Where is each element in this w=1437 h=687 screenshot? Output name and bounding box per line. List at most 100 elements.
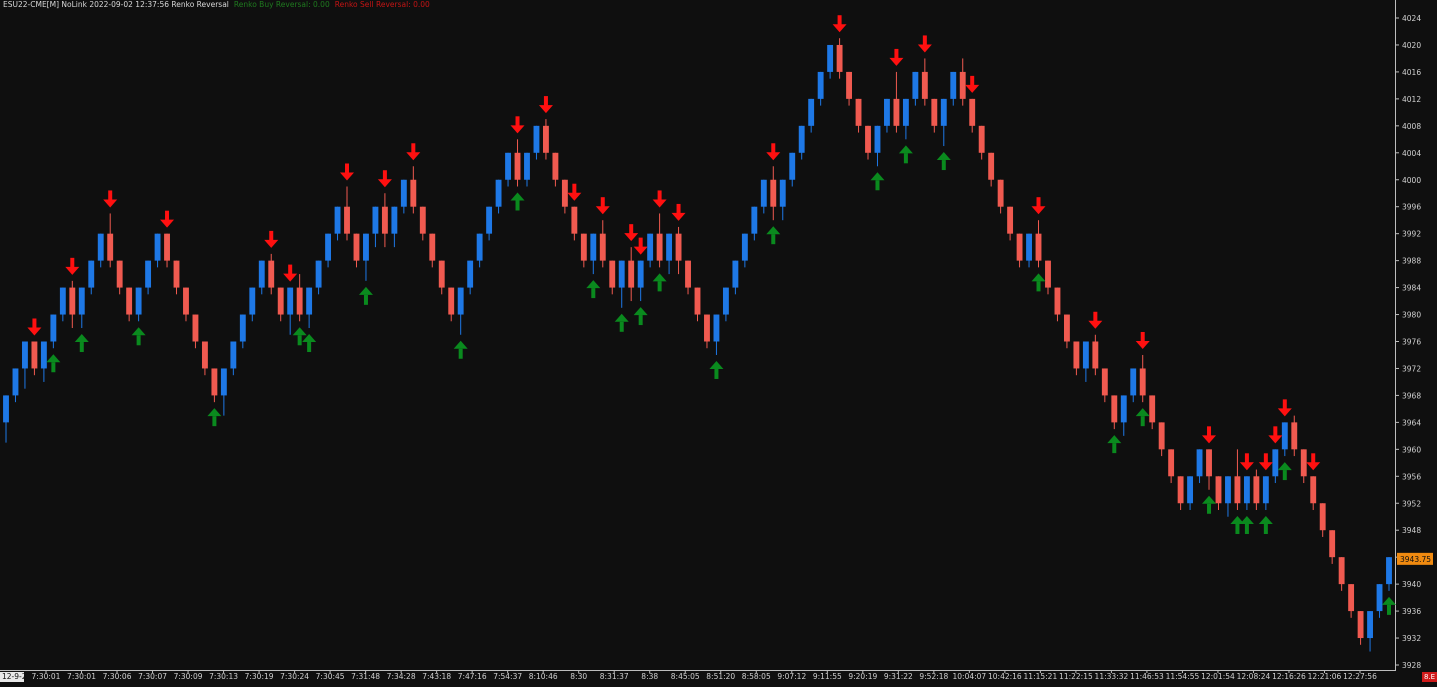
price-plot[interactable]: 3928393239363940394439483952395639603964… (0, 0, 1437, 683)
time-tick-label: 7:54:37 (493, 672, 522, 681)
time-tick-label: 9:11:55 (813, 672, 842, 681)
brick-body (1130, 368, 1137, 396)
price-tick-label: 3968 (1402, 391, 1421, 400)
brick-body (1111, 395, 1118, 423)
brick-body (675, 233, 682, 261)
brick-body (1073, 341, 1080, 369)
brick-body (230, 341, 237, 369)
brick-body (988, 152, 995, 180)
brick-body (381, 206, 388, 234)
buy-arrow-shaft (903, 153, 908, 164)
brick-body (722, 287, 729, 315)
buy-arrow-shaft (638, 315, 643, 326)
time-tick-label: 7:30:19 (245, 672, 274, 681)
sell-arrow-shaft (837, 15, 842, 26)
brick-body (126, 287, 133, 315)
sell-reversal-label: Renko Sell Reversal: 0.00 (334, 0, 430, 9)
brick-body (135, 287, 142, 315)
sell-arrow-shaft (629, 224, 634, 235)
brick-body (741, 233, 748, 261)
price-tick-label: 4004 (1402, 149, 1421, 158)
time-tick-label: 11:22:15 (1059, 672, 1093, 681)
buy-arrow-shaft (136, 335, 141, 346)
brick-body (874, 125, 881, 153)
sell-arrow-shaft (1207, 426, 1212, 437)
price-tick-label: 3988 (1402, 257, 1421, 266)
brick-body (1386, 557, 1392, 585)
sell-arrow-shaft (1282, 399, 1287, 410)
time-tick-label: 9:31:22 (884, 672, 913, 681)
price-tick-label: 3948 (1402, 526, 1421, 535)
brick-body (344, 206, 350, 234)
time-tick-label: 8:31:37 (600, 672, 629, 681)
time-tick-label: 8:30 (570, 672, 587, 681)
buy-arrow-shaft (1244, 523, 1249, 534)
brick-body (438, 260, 445, 288)
buy-arrow-shaft (1282, 470, 1287, 481)
brick-body (1007, 206, 1014, 234)
brick-body (694, 287, 701, 315)
brick-body (97, 233, 104, 261)
brick-body (448, 287, 455, 315)
price-tick-label: 3996 (1402, 203, 1421, 212)
price-tick-label: 3952 (1402, 499, 1421, 508)
brick-body (173, 260, 180, 288)
brick-body (713, 314, 720, 342)
brick-body (1158, 422, 1165, 450)
brick-body (1291, 422, 1298, 450)
brick-body (1300, 449, 1307, 477)
brick-body (1329, 530, 1336, 558)
time-tick-label: 7:30:24 (280, 672, 309, 681)
time-tick-label: 7:30:01 (67, 672, 96, 681)
brick-body (1196, 449, 1203, 477)
brick-body (249, 287, 256, 315)
brick-body (1319, 503, 1326, 531)
renko-chart[interactable]: ESU22-CME[M] NoLink 2022-09-02 12:37:56 … (0, 0, 1437, 683)
brick-body (40, 341, 47, 369)
brick-body (429, 233, 436, 261)
price-tick-label: 3936 (1402, 607, 1421, 616)
brick-body (486, 206, 493, 234)
price-tick-label: 3928 (1402, 661, 1421, 670)
brick-body (779, 179, 786, 207)
brick-body (978, 125, 985, 153)
time-axis: 12-9-2 7:30:01 7:30:01 7:30:06 7:30:07 7:30:0… (0, 670, 1396, 682)
time-tick-label: 12:27:56 (1343, 672, 1377, 681)
sell-arrow-shaft (894, 48, 899, 59)
brick-body (637, 260, 644, 288)
brick-body (306, 287, 313, 315)
brick-body (1253, 476, 1260, 504)
brick-body (846, 71, 852, 99)
brick-body (921, 71, 928, 99)
sell-arrow-shaft (638, 237, 643, 248)
time-tick-label: 7:30:06 (103, 672, 132, 681)
brick-body (770, 179, 777, 207)
buy-arrow-shaft (1263, 523, 1268, 534)
sell-arrow-shaft (1140, 331, 1145, 342)
buy-arrow-shaft (307, 342, 312, 353)
brick-body (836, 44, 843, 72)
price-tick-label: 3932 (1402, 634, 1421, 643)
price-tick-label: 3972 (1402, 364, 1421, 373)
price-tick-label: 4024 (1402, 14, 1421, 23)
buy-arrow-shaft (51, 362, 56, 373)
brick-body (1338, 557, 1345, 585)
buy-arrow-shaft (363, 294, 368, 305)
time-tick-label: 11:33:32 (1095, 672, 1129, 681)
sell-arrow-shaft (32, 318, 37, 329)
time-tick-label: 12:01:54 (1201, 672, 1235, 681)
brick-body (514, 152, 521, 180)
sell-arrow-shaft (345, 163, 350, 174)
brick-body (372, 206, 379, 234)
brick-body (363, 233, 369, 261)
sell-arrow-shaft (676, 203, 681, 214)
brick-body (211, 368, 218, 396)
buy-arrow-shaft (515, 200, 520, 211)
brick-body (1187, 476, 1194, 504)
price-tick-label: 4016 (1402, 68, 1421, 77)
sell-arrow-shaft (1036, 197, 1041, 208)
brick-body (997, 179, 1004, 207)
brick-body (1177, 476, 1184, 504)
brick-body (220, 368, 227, 396)
brick-body (628, 260, 635, 288)
